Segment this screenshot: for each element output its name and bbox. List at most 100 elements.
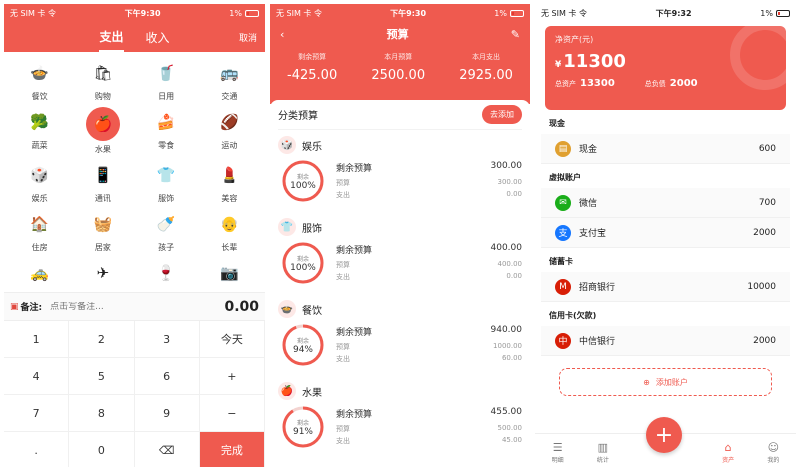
account-row[interactable]: 支支付宝 2000 (541, 218, 790, 248)
category-icon: ✈ (96, 264, 110, 282)
tab-1[interactable]: ▥ 统计 (583, 441, 623, 464)
key-8[interactable]: 7 (4, 395, 70, 432)
ring-text: 剩余 100% (280, 158, 326, 204)
category-item[interactable]: 👕 服饰 (135, 160, 198, 205)
tab-0[interactable]: ☰ 明细 (538, 441, 578, 464)
add-account-button[interactable]: ⊕ 添加账户 (559, 368, 772, 396)
key-10[interactable]: 9 (134, 395, 200, 432)
tab-3[interactable]: ☺ 我的 (753, 441, 793, 464)
category-label: 美容 (221, 194, 238, 203)
category-icon: 🏈 (220, 113, 239, 131)
battery-icon (509, 9, 524, 17)
key-2[interactable]: 3 (134, 321, 200, 358)
total-debt-value: 2000 (669, 78, 698, 89)
account-row[interactable]: ▤ 现金 600 (541, 134, 790, 164)
budget-item-title: 🎲 娱乐 (278, 136, 522, 154)
spent-row: 支出 60.00 (336, 354, 522, 364)
key-1[interactable]: 2 (69, 321, 135, 358)
done-button[interactable]: 完成 (199, 432, 265, 467)
budget-value: 500.00 (497, 423, 523, 432)
cancel-button[interactable]: 取消 (239, 31, 257, 44)
budget-item[interactable]: 🍲 餐饮 剩余 94% 剩余预算 940.00 预算 1000.00 支出 60.00 (278, 294, 522, 376)
add-budget-button[interactable]: 去添加 (482, 105, 522, 124)
budget-value: 400.00 (497, 259, 523, 268)
summary-remaining: 剩余预算 -425.00 (287, 52, 337, 83)
net-assets-card[interactable]: 净资产(元) ¥11300 总资产 13300 总负债 2000 (545, 26, 786, 110)
category-item[interactable]: 📱 通讯 (71, 160, 134, 205)
category-item[interactable]: 🍲 餐饮 (8, 58, 71, 103)
account-icon: M (555, 278, 571, 295)
key-11[interactable]: − (199, 395, 265, 432)
category-item[interactable]: 💄 美容 (198, 160, 261, 205)
tab-expense[interactable]: 支出 (99, 23, 124, 52)
back-icon[interactable]: ‹ (280, 28, 284, 41)
budget-body: 分类预算 去添加 🎲 娱乐 剩余 100% 剩余预算 300.00 预算 300.00 支出 0.… (270, 100, 530, 458)
category-item[interactable]: ✈ (71, 258, 134, 292)
add-record-fab[interactable]: + (646, 417, 682, 453)
tab-label: 统计 (596, 457, 609, 464)
budget-list: 🎲 娱乐 剩余 100% 剩余预算 300.00 预算 300.00 支出 0.00 👕 服饰 剩余 10… (278, 130, 522, 458)
summary-value: 2500.00 (371, 68, 426, 83)
memo-input[interactable] (50, 301, 171, 312)
account-list: 现金 ▤ 现金 600 虚拟账户 ✉ 微信 700 支支付宝 2000 储蓄卡 M 招商银行 10000 信… (535, 110, 796, 356)
date-today-button[interactable]: 今天 (199, 321, 265, 358)
category-item[interactable]: 🏈 运动 (198, 107, 261, 156)
category-icon: 🚌 (220, 64, 239, 82)
category-item[interactable]: 🧺 居家 (71, 209, 134, 254)
ring-label: 剩余 (296, 173, 309, 181)
budget-value: 300.00 (497, 177, 523, 186)
backspace-icon[interactable]: ⌫ (134, 432, 200, 467)
account-balance: 2000 (753, 335, 776, 346)
status-right: 1% (494, 9, 524, 18)
account-row[interactable]: ✉ 微信 700 (541, 188, 790, 218)
budget-category-name: 服饰 (302, 223, 322, 235)
category-item[interactable]: 🏠 住房 (8, 209, 71, 254)
category-label: 居家 (94, 243, 111, 252)
ring-text: 剩余 94% (280, 322, 326, 368)
budget-item-row: 剩余 100% 剩余预算 400.00 预算 400.00 支出 0.00 (278, 240, 522, 286)
category-item[interactable]: 🥦 蔬菜 (8, 107, 71, 156)
ring-label: 剩余 (296, 255, 309, 263)
category-item[interactable]: 🍼 孩子 (135, 209, 198, 254)
category-item[interactable]: 📷 (198, 258, 261, 292)
category-item[interactable]: 👴 长辈 (198, 209, 261, 254)
summary-label: 剩余预算 (298, 53, 327, 61)
edit-icon[interactable]: ✎ (511, 28, 520, 41)
tab-label: 明细 (551, 457, 564, 464)
key-0[interactable]: 1 (4, 321, 70, 358)
key-5[interactable]: 5 (69, 358, 135, 395)
account-row[interactable]: 中中信银行 2000 (541, 326, 790, 356)
budget-item[interactable]: 👕 服饰 剩余 100% 剩余预算 400.00 预算 400.00 支出 0.00 (278, 212, 522, 294)
key-6[interactable]: 6 (134, 358, 200, 395)
clock: 下午9:30 (124, 8, 161, 18)
spent-row: 支出 0.00 (336, 190, 522, 200)
category-item[interactable]: 🍷 (135, 258, 198, 292)
status-bar: 无 SIM 卡 令 下午9:30 1% (270, 4, 530, 22)
spent-value: 60.00 (501, 353, 522, 362)
budget-values: 剩余预算 455.00 预算 500.00 支出 45.00 (336, 407, 522, 448)
spent-row: 支出 0.00 (336, 272, 522, 282)
account-balance: 10000 (747, 281, 776, 292)
category-item[interactable]: 🍰 零食 (135, 107, 198, 156)
key-9[interactable]: 8 (69, 395, 135, 432)
category-item[interactable]: 🥤 日用 (135, 58, 198, 103)
category-item[interactable]: 🚕 (8, 258, 71, 292)
category-item[interactable]: 🚌 交通 (198, 58, 261, 103)
category-item[interactable]: 🛍 购物 (71, 58, 134, 103)
category-icon: 🍷 (156, 264, 176, 282)
key-7[interactable]: + (199, 358, 265, 395)
tab-income[interactable]: 收入 (146, 24, 170, 51)
category-item[interactable]: 🎲 娱乐 (8, 160, 71, 205)
budget-label: 预算 (336, 178, 350, 187)
category-item[interactable]: 🍎 水果 (71, 107, 134, 156)
budget-nav: ‹ 预算 ✎ (270, 22, 530, 46)
account-row[interactable]: M 招商银行 10000 (541, 272, 790, 302)
tab-icon: ☰ (552, 441, 563, 454)
key-12[interactable]: . (4, 432, 70, 467)
key-4[interactable]: 4 (4, 358, 70, 395)
budget-item[interactable]: 🍎 水果 剩余 91% 剩余预算 455.00 预算 500.00 支出 45.00 (278, 376, 522, 458)
tab-2[interactable]: ⌂ 资产 (708, 441, 748, 464)
budget-item[interactable]: 🎲 娱乐 剩余 100% 剩余预算 300.00 预算 300.00 支出 0.00 (278, 130, 522, 212)
category-budget-section: 分类预算 去添加 (278, 100, 522, 130)
key-13[interactable]: 0 (69, 432, 135, 467)
